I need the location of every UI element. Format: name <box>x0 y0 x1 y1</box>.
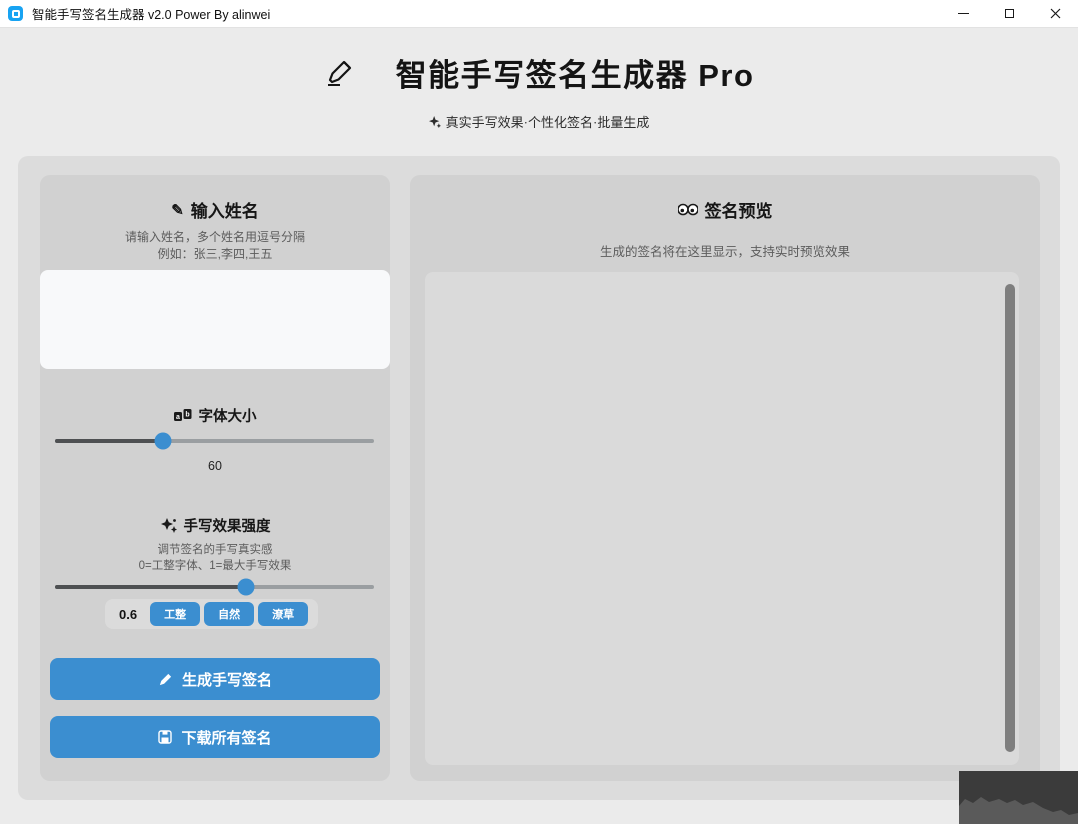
effect-value: 0.6 <box>119 606 138 622</box>
maximize-button[interactable] <box>986 0 1032 27</box>
effect-hint-line2: 0=工整字体、1=最大手写效果 <box>138 560 292 572</box>
effect-slider[interactable] <box>55 578 374 596</box>
page-title: 智能手写签名生成器 Pro <box>395 58 755 93</box>
minimize-icon <box>957 12 969 15</box>
names-input[interactable] <box>40 270 390 369</box>
close-button[interactable] <box>1032 0 1078 27</box>
sparkles-icon <box>160 518 177 533</box>
app-header: 智能手写签名生成器 Pro 真实手写效果·个性化签名·批量生成 <box>0 28 1078 156</box>
preset-button-natural[interactable]: 自然 <box>204 602 255 626</box>
close-icon <box>1050 8 1060 19</box>
generate-button[interactable]: 生成手写签名 <box>50 658 380 700</box>
preview-panel: 签名预览 生成的签名将在这里显示，支持实时预览效果 <box>410 175 1040 781</box>
page-subtitle: 真实手写效果·个性化签名·批量生成 <box>0 112 1078 131</box>
generate-button-label: 生成手写签名 <box>181 672 272 689</box>
effect-value-row: 0.6 工整 自然 潦草 <box>105 599 318 629</box>
name-hint-line2: 例如：张三,李四,王五 <box>157 247 273 261</box>
save-icon <box>158 730 173 744</box>
name-heading-text: 输入姓名 <box>190 202 259 221</box>
font-size-value: 60 <box>208 459 222 473</box>
memo-icon: ✎ <box>171 201 184 219</box>
font-size-heading-text: 字体大小 <box>198 409 257 425</box>
font-size-slider-handle[interactable] <box>154 432 172 450</box>
preview-heading: 签名预览 <box>410 197 1040 222</box>
letters-icon: a b <box>173 409 191 421</box>
writing-hand-icon <box>327 60 351 86</box>
font-size-slider[interactable] <box>55 432 374 450</box>
app-icon-inner-square <box>11 9 20 18</box>
titlebar: 智能手写签名生成器 v2.0 Power By alinwei <box>0 0 1078 28</box>
download-button-label: 下载所有签名 <box>181 730 272 747</box>
sparkle-icon <box>428 115 441 128</box>
pen-icon <box>159 673 172 685</box>
input-panel: ✎ 输入姓名 请输入姓名，多个姓名用逗号分隔 例如：张三,李四,王五 a b 字… <box>40 175 390 781</box>
effect-slider-fill <box>55 585 247 589</box>
font-size-heading: a b 字体大小 <box>40 405 390 426</box>
svg-text:b: b <box>185 412 189 419</box>
font-size-slider-fill <box>55 439 164 443</box>
eyes-icon <box>677 203 698 216</box>
preview-scrollbar[interactable] <box>1005 284 1015 752</box>
subtitle-text: 真实手写效果·个性化签名·批量生成 <box>445 115 650 130</box>
preview-hint: 生成的签名将在这里显示，支持实时预览效果 <box>599 245 850 259</box>
window-controls <box>940 0 1078 27</box>
effect-heading: 手写效果强度 <box>40 515 390 536</box>
preview-heading-text: 签名预览 <box>704 202 773 221</box>
svg-text:a: a <box>176 414 180 421</box>
hills-silhouette <box>959 797 1078 824</box>
name-section-heading: ✎ 输入姓名 <box>40 197 390 222</box>
maximize-icon <box>1004 9 1014 18</box>
minimize-button[interactable] <box>940 0 986 27</box>
preset-button-scrawl[interactable]: 潦草 <box>258 602 309 626</box>
corner-watermark <box>959 771 1078 824</box>
window-title: 智能手写签名生成器 v2.0 Power By alinwei <box>32 8 271 22</box>
signature-preview-area <box>425 272 1019 765</box>
app-window: 智能手写签名生成器 v2.0 Power By alinwei 智能手写签名生成… <box>0 0 1078 824</box>
effect-slider-handle[interactable] <box>237 578 255 596</box>
effect-heading-text: 手写效果强度 <box>183 519 271 535</box>
name-hint-line1: 请输入姓名，多个姓名用逗号分隔 <box>124 230 305 244</box>
effect-hint-line1: 调节签名的手写真实感 <box>157 544 273 556</box>
preset-button-neat[interactable]: 工整 <box>150 602 201 626</box>
main-container: ✎ 输入姓名 请输入姓名，多个姓名用逗号分隔 例如：张三,李四,王五 a b 字… <box>18 156 1060 800</box>
download-button[interactable]: 下载所有签名 <box>50 716 380 758</box>
app-icon <box>8 6 23 21</box>
